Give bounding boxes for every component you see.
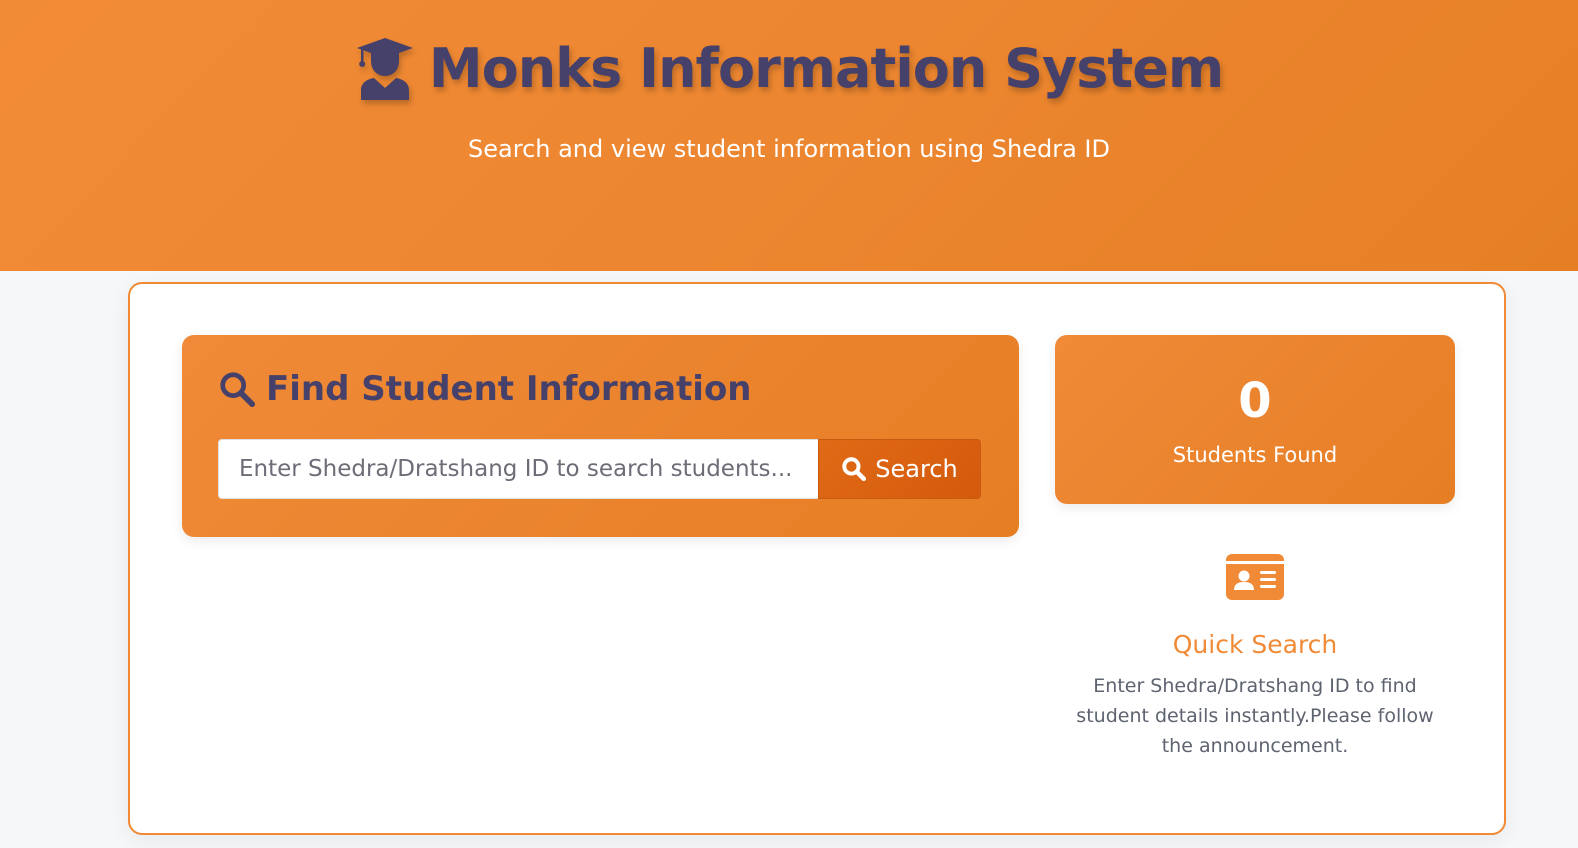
search-icon [220, 372, 256, 408]
students-found-count: 0 [1238, 373, 1272, 429]
page-header: Monks Information System Search and view… [0, 0, 1578, 271]
quick-search-description: Enter Shedra/Dratshang ID to find studen… [1076, 675, 1434, 757]
search-button[interactable]: Search [818, 439, 981, 499]
search-heading: Find Student Information [218, 369, 752, 409]
page-subtitle: Search and view student information usin… [468, 135, 1110, 163]
students-found-card: 0 Students Found [1055, 335, 1455, 504]
header-title-row: Monks Information System [0, 36, 1578, 100]
search-icon [842, 457, 867, 482]
students-found-label: Students Found [1172, 443, 1338, 467]
search-heading-label: Find Student Information [266, 369, 752, 409]
quick-search-title: Quick Search [1172, 630, 1338, 659]
search-panel: Find Student Information Search [182, 335, 1019, 537]
graduate-icon [356, 38, 413, 100]
quick-search-info: Quick Search Enter Shedra/Dratshang ID t… [1055, 554, 1455, 761]
search-input[interactable] [218, 439, 818, 499]
search-row: Search [218, 439, 981, 499]
id-card-icon [1226, 554, 1284, 600]
search-button-label: Search [875, 455, 958, 483]
main-card: Find Student Information Search 0 Studen… [128, 282, 1506, 835]
page-title: Monks Information System [428, 36, 1224, 100]
